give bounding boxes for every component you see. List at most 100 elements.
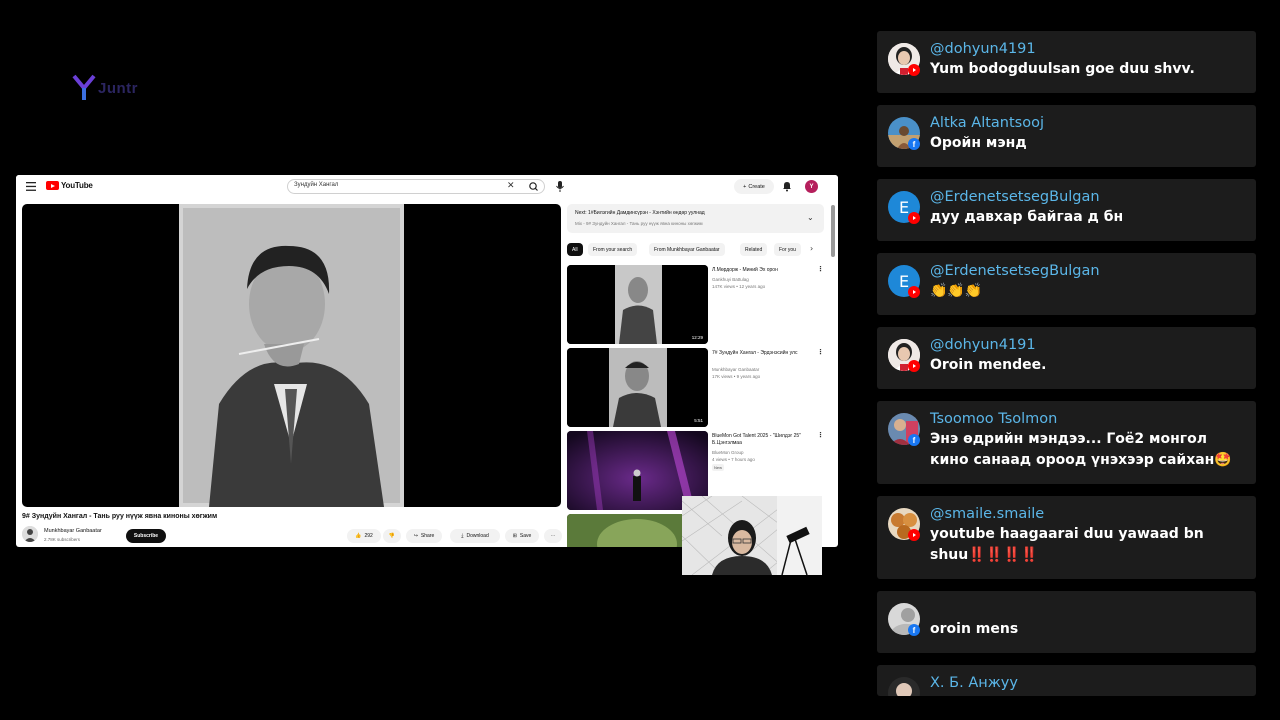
chat-message: f Tsoomoo Tsolmon Энэ өдрийн мэндээ... Г… [877, 401, 1256, 484]
menu-icon[interactable] [26, 182, 36, 191]
thumbnail-image [567, 348, 708, 427]
search-icon[interactable] [524, 180, 544, 193]
browser-window: YouTube Зундуйн Хангал ✕ + Create Y 9# З… [16, 175, 838, 547]
bookmark-icon: ⊞ [512, 533, 517, 539]
chat-message-partial: Х. Б. Анжуу [877, 665, 1256, 696]
more-vertical-icon[interactable]: ⋮ [817, 348, 824, 356]
webcam-feed [682, 496, 822, 575]
youtube-badge-icon [908, 529, 920, 541]
plus-icon: + [743, 183, 747, 190]
next-subtitle: Mix - 9# Зундуйн Хангал - Тань руу нүүж … [575, 221, 703, 226]
recommendation-thumbnail[interactable]: 5:51 [567, 348, 708, 427]
chat-message: @smaile.smaile youtube haagaarai duu yaw… [877, 496, 1256, 579]
thumbs-up-icon: 👍 [355, 533, 362, 539]
chat-message: @dohyun4191 Oroin mendee. [877, 327, 1256, 389]
subscribe-button[interactable]: Subscribe [126, 529, 166, 543]
chip-related[interactable]: Related [740, 243, 768, 256]
share-button[interactable]: ↪ Share [406, 529, 442, 543]
clear-search-icon[interactable]: ✕ [507, 181, 515, 191]
subscriber-count: 2.78K subscribers [44, 537, 81, 542]
recommendation-title: BlueMon Got Talent 2025 - "Шилдэг 25" Б.… [712, 433, 801, 446]
chat-text: youtube haagaarai duu yawaad bn shuu‼️‼️… [930, 526, 1204, 563]
chip-all[interactable]: All [567, 243, 583, 256]
recommendation-channel: Munkhbayar Ganbaatar [712, 367, 760, 372]
search-input[interactable]: Зундуйн Хангал ✕ [287, 179, 545, 194]
chat-text: Oroin mendee. [930, 357, 1047, 373]
chat-author: Altka Altantsooj [930, 115, 1044, 131]
chat-message: f oroin mens [877, 591, 1256, 653]
recommendation-channel: BlueMon Group [712, 450, 744, 455]
more-vertical-icon[interactable]: ⋮ [817, 431, 824, 439]
chat-author: @dohyun4191 [930, 41, 1036, 57]
dislike-button[interactable]: 👎 [383, 529, 401, 543]
chat-author: @ErdenetsetsegBulgan [930, 263, 1100, 279]
chevron-right-icon[interactable]: › [810, 244, 813, 253]
webcam-overlay [682, 496, 822, 575]
stream-stage: Juntr YouTube Зундуйн Хангал ✕ + Create … [0, 0, 1280, 720]
logo-mark-icon [72, 74, 96, 100]
video-frame-portrait [179, 204, 404, 507]
youtube-play-icon [46, 181, 59, 190]
like-count: 292 [364, 533, 373, 539]
save-button[interactable]: ⊞ Save [505, 529, 539, 543]
chat-text: Энэ өдрийн мэндээ... Гоё2 монгол кино са… [930, 431, 1232, 468]
share-icon: ↪ [413, 533, 418, 539]
chat-text: Оройн мэнд [930, 135, 1027, 151]
scrollbar[interactable] [831, 205, 835, 257]
account-avatar[interactable]: Y [805, 180, 818, 193]
more-actions-button[interactable]: ⋯ [544, 529, 562, 543]
next-up-panel[interactable]: Next: 1#Билэгийн Дамдинсүрэн - Хэнтийн ө… [567, 204, 824, 233]
chat-author: Tsoomoo Tsolmon [930, 411, 1058, 427]
video-duration: 12:29 [689, 334, 705, 341]
youtube-badge-icon [908, 360, 920, 372]
chat-author: @smaile.smaile [930, 506, 1045, 522]
youtube-logo-text: YouTube [61, 181, 93, 190]
like-button[interactable]: 👍 292 [347, 529, 381, 543]
share-label: Share [420, 533, 435, 539]
chat-text: oroin mens [930, 621, 1019, 637]
create-button[interactable]: + Create [734, 179, 774, 194]
next-title: Next: 1#Билэгийн Дамдинсүрэн - Хэнтийн ө… [575, 210, 705, 216]
chat-message: @dohyun4191 Yum bodogduulsan goe duu shv… [877, 31, 1256, 93]
chat-author: @ErdenetsetsegBulgan [930, 189, 1100, 205]
channel-avatar[interactable] [22, 526, 38, 542]
youtube-badge-icon [908, 212, 920, 224]
youtube-badge-icon [908, 286, 920, 298]
chip-for-you[interactable]: For you [774, 243, 801, 256]
download-button[interactable]: ⤓ Download [450, 529, 500, 543]
youtube-logo[interactable]: YouTube [46, 181, 93, 190]
chat-message: f Altka Altantsooj Оройн мэнд [877, 105, 1256, 167]
chip-from-your-search[interactable]: From your search [588, 243, 638, 256]
facebook-badge-icon: f [908, 624, 920, 636]
microphone-icon[interactable] [554, 180, 566, 193]
new-badge: New [712, 464, 725, 471]
chat-text: Yum bodogduulsan goe duu shvv. [930, 61, 1195, 77]
chat-text: дуу давхар байгаа д бн [930, 209, 1124, 225]
facebook-badge-icon: f [908, 138, 920, 150]
chevron-down-icon[interactable]: ⌄ [807, 213, 814, 222]
video-duration: 5:51 [692, 417, 705, 424]
save-label: Save [519, 533, 532, 539]
recommendation-meta: 147K views • 12 years ago [712, 284, 766, 289]
facebook-badge-icon: f [908, 434, 920, 446]
chat-author: Х. Б. Анжуу [930, 675, 1018, 691]
chat-message: E @ErdenetsetsegBulgan дуу давхар байгаа… [877, 179, 1256, 241]
video-player[interactable] [22, 204, 561, 507]
logo-text: Juntr [98, 79, 138, 97]
chat-author: @dohyun4191 [930, 337, 1036, 353]
youtube-badge-icon [908, 64, 920, 76]
recommendation-thumbnail[interactable]: 12:29 [567, 265, 708, 344]
chat-message: E @ErdenetsetsegBulgan 👏👏👏 [877, 253, 1256, 315]
channel-name[interactable]: Munkhbayar Ganbaatar [44, 528, 102, 534]
create-label: Create [748, 183, 765, 190]
download-icon: ⤓ [461, 533, 464, 539]
avatar-initial: E [898, 271, 910, 291]
youtube-header: YouTube Зундуйн Хангал ✕ + Create Y [16, 175, 838, 199]
search-value: Зундуйн Хангал [294, 182, 339, 188]
more-horizontal-icon: ⋯ [550, 533, 556, 539]
more-vertical-icon[interactable]: ⋮ [817, 265, 824, 273]
recommendation-channel: Gankhuyi Battulag [712, 277, 749, 282]
notifications-bell-icon[interactable] [781, 180, 793, 192]
thumbs-down-icon: 👎 [388, 533, 396, 539]
chip-from-channel[interactable]: From Munkhbayar Ganbaatar [649, 243, 725, 256]
